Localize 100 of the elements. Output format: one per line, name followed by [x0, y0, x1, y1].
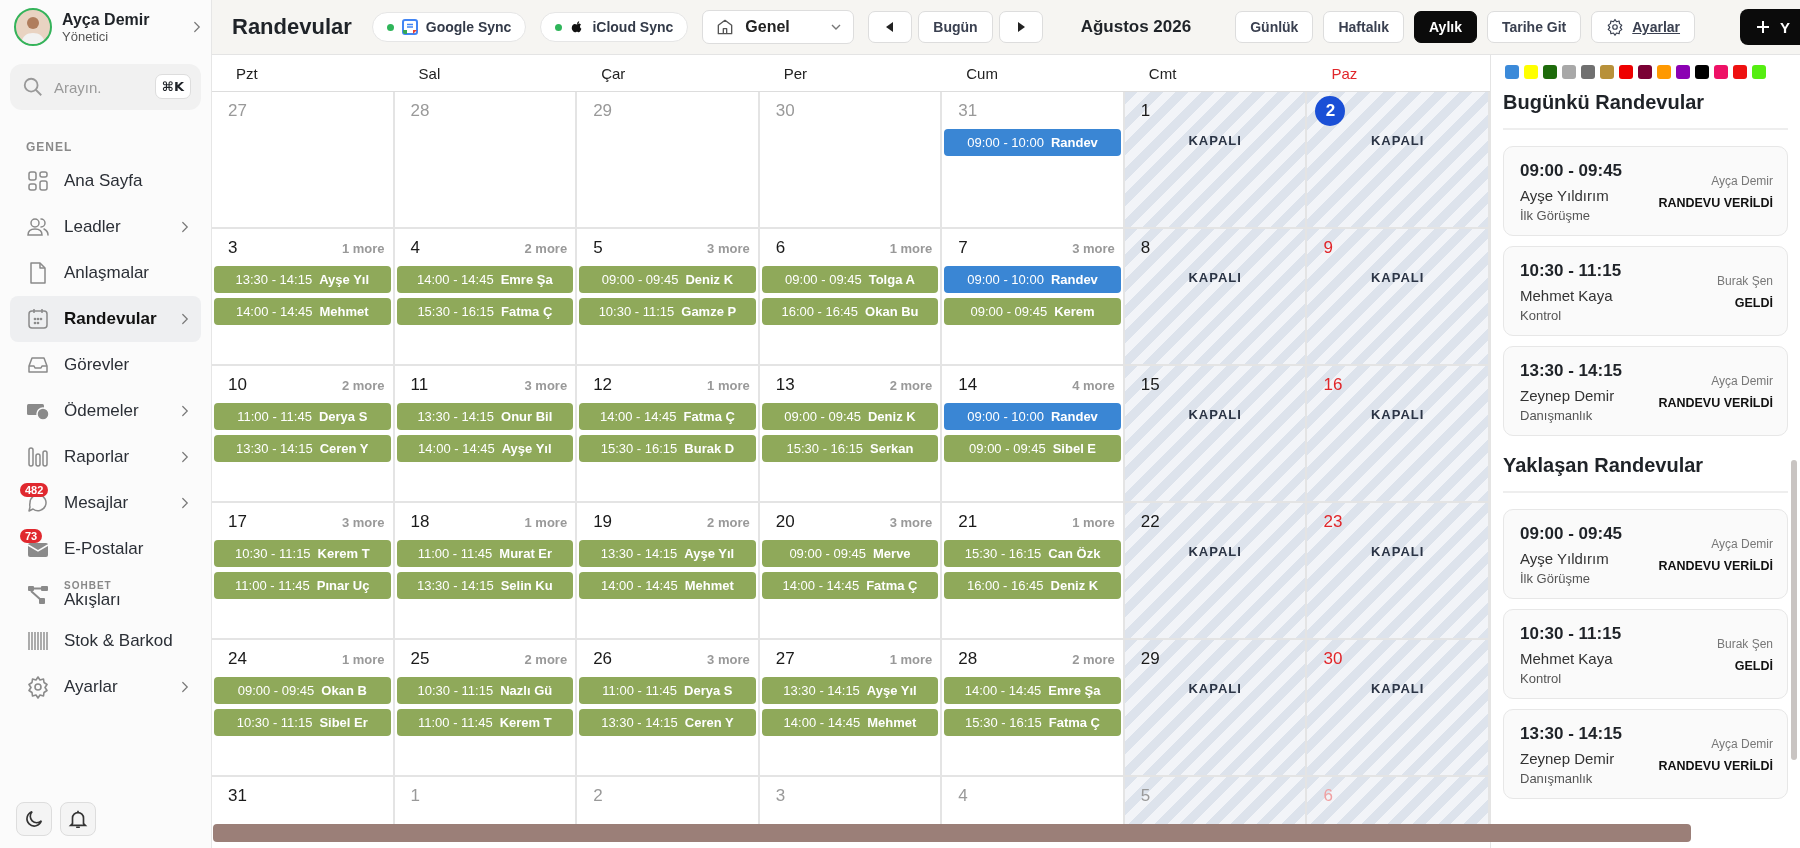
more-link[interactable]: 3 more — [889, 514, 933, 530]
day-cell[interactable]: 2 KAPALI — [1307, 92, 1490, 227]
view-tab[interactable]: Günlük — [1235, 11, 1314, 43]
day-cell[interactable]: 23 KAPALI — [1307, 503, 1490, 638]
nav-item[interactable]: Ödemeler — [10, 388, 201, 434]
nav-item[interactable]: Anlaşmalar — [10, 250, 201, 296]
nav-item[interactable]: SOHBET Akışları — [10, 572, 201, 618]
day-cell[interactable]: 9 KAPALI — [1307, 229, 1490, 364]
more-link[interactable]: 3 more — [707, 651, 750, 667]
more-link[interactable]: 1 more — [889, 240, 933, 256]
more-link[interactable]: 3 more — [1072, 240, 1115, 256]
nav-item[interactable]: Görevler — [10, 342, 201, 388]
more-link[interactable]: 2 more — [524, 651, 568, 667]
event-chip[interactable]: 15:30 - 16:15 Serkan — [761, 435, 939, 462]
nav-item[interactable]: Ayarlar — [10, 664, 201, 710]
today-button[interactable]: Bugün — [918, 11, 993, 43]
settings-button[interactable]: Ayarlar — [1591, 11, 1695, 43]
day-cell[interactable]: 16 KAPALI — [1307, 366, 1490, 501]
appointment-card[interactable]: 10:30 - 11:15 Mehmet Kaya Kontrol Burak Şen GELDİ — [1503, 246, 1788, 336]
event-chip[interactable]: 13:30 - 14:15 Selin Ku — [396, 572, 574, 599]
event-chip[interactable]: 14:00 - 14:45 Emre Şa — [396, 266, 574, 293]
event-chip[interactable]: 13:30 - 14:15 Ayşe Yıl — [214, 266, 391, 293]
day-cell[interactable]: 3 1 more 13:30 - 14:15 Ayşe Yıl 14:00 - 14:45 Mehmet — [212, 229, 395, 364]
day-cell[interactable]: 28 2 more 14:00 - 14:45 Emre Şa 15:30 - 16:15 Fatma Ç — [942, 640, 1125, 775]
day-cell[interactable]: 5 — [1124, 777, 1308, 825]
day-cell[interactable]: 6 1 more 09:00 - 09:45 Tolga A 16:00 - 16:45 Okan Bu — [759, 229, 943, 364]
event-chip[interactable]: 15:30 - 16:15 Fatma Ç — [396, 298, 574, 325]
day-cell[interactable]: 21 1 more 15:30 - 16:15 Can Özk 16:00 - 16:45 Deniz K — [942, 503, 1125, 638]
view-tab[interactable]: Haftalık — [1323, 11, 1404, 43]
more-link[interactable]: 1 more — [889, 651, 933, 667]
appointment-card[interactable]: 10:30 - 11:15 Mehmet Kaya Kontrol Burak Şen GELDİ — [1503, 609, 1788, 699]
event-chip[interactable]: 13:30 - 14:15 Ayşe Yıl — [579, 540, 756, 567]
event-chip[interactable]: 09:00 - 09:45 Kerem — [944, 298, 1121, 325]
more-link[interactable]: 3 more — [524, 377, 568, 393]
day-cell[interactable]: 8 KAPALI — [1124, 229, 1308, 364]
day-cell[interactable]: 27 — [212, 92, 395, 227]
day-cell[interactable]: 12 1 more 14:00 - 14:45 Fatma Ç 15:30 - 16:15 Burak D — [577, 366, 760, 501]
more-link[interactable]: 2 more — [341, 377, 385, 393]
event-chip[interactable]: 16:00 - 16:45 Okan Bu — [761, 298, 939, 325]
event-chip[interactable]: 10:30 - 11:15 Kerem T — [214, 540, 391, 567]
day-cell[interactable]: 24 1 more 09:00 - 09:45 Okan B 10:30 - 11:15 Sibel Er — [212, 640, 395, 775]
nav-item[interactable]: Ana Sayfa — [10, 158, 201, 204]
day-cell[interactable]: 10 2 more 11:00 - 11:45 Derya S 13:30 - 14:15 Ceren Y — [212, 366, 395, 501]
day-cell[interactable]: 14 4 more 09:00 - 10:00 Randev 09:00 - 09:45 Sibel E — [942, 366, 1125, 501]
day-cell[interactable]: 19 2 more 13:30 - 14:15 Ayşe Yıl 14:00 - 14:45 Mehmet — [577, 503, 760, 638]
day-cell[interactable]: 13 2 more 09:00 - 09:45 Deniz K 15:30 - 16:15 Serkan — [759, 366, 943, 501]
event-chip[interactable]: 09:00 - 09:45 Okan B — [214, 677, 391, 704]
nav-item[interactable]: 73 E-Postalar — [10, 526, 201, 572]
event-chip[interactable]: 14:00 - 14:45 Emre Şa — [944, 677, 1121, 704]
day-cell[interactable]: 15 KAPALI — [1124, 366, 1308, 501]
event-chip[interactable]: 09:00 - 09:45 Deniz K — [579, 266, 756, 293]
appointment-card[interactable]: 13:30 - 14:15 Zeynep Demir Danışmanlık Ayça Demir RANDEVU VERİLDİ — [1503, 709, 1788, 799]
view-tab[interactable]: Tarihe Git — [1486, 11, 1582, 43]
more-link[interactable]: 2 more — [889, 377, 933, 393]
event-chip[interactable]: 10:30 - 11:15 Sibel Er — [214, 709, 391, 736]
nav-item[interactable]: Stok & Barkod — [10, 618, 201, 664]
event-chip[interactable]: 09:00 - 09:45 Deniz K — [761, 403, 939, 430]
appointment-card[interactable]: 09:00 - 09:45 Ayşe Yıldırım İlk Görüşme Ayça Demir RANDEVU VERİLDİ — [1503, 146, 1788, 236]
event-chip[interactable]: 09:00 - 09:45 Merve — [761, 540, 939, 567]
day-cell[interactable]: 20 3 more 09:00 - 09:45 Merve 14:00 - 14:45 Fatma Ç — [759, 503, 943, 638]
event-chip[interactable]: 16:00 - 16:45 Deniz K — [944, 572, 1121, 599]
event-chip[interactable]: 14:00 - 14:45 Fatma Ç — [761, 572, 939, 599]
event-chip[interactable]: 14:00 - 14:45 Mehmet — [214, 298, 391, 325]
day-cell[interactable]: 1 KAPALI — [1124, 92, 1308, 227]
day-cell[interactable]: 6 — [1307, 777, 1490, 825]
sync-button[interactable]: Google Sync — [371, 12, 527, 42]
day-cell[interactable]: 31 09:00 - 10:00 Randev — [942, 92, 1125, 227]
event-chip[interactable]: 13:30 - 14:15 Ceren Y — [579, 709, 756, 736]
nav-item[interactable]: Raporlar — [10, 434, 201, 480]
sync-button[interactable]: iCloud Sync — [540, 12, 689, 42]
event-chip[interactable]: 10:30 - 11:15 Nazlı Gü — [396, 677, 574, 704]
event-chip[interactable]: 14:00 - 14:45 Mehmet — [579, 572, 756, 599]
event-chip[interactable]: 14:00 - 14:45 Mehmet — [761, 709, 939, 736]
day-cell[interactable]: 4 2 more 14:00 - 14:45 Emre Şa 15:30 - 16:15 Fatma Ç — [394, 229, 578, 364]
event-chip[interactable]: 09:00 - 10:00 Randev — [944, 403, 1121, 430]
event-chip[interactable]: 15:30 - 16:15 Can Özk — [944, 540, 1121, 567]
event-chip[interactable]: 15:30 - 16:15 Burak D — [579, 435, 756, 462]
event-chip[interactable]: 09:00 - 09:45 Tolga A — [761, 266, 939, 293]
more-link[interactable]: 1 more — [707, 377, 750, 393]
event-chip[interactable]: 11:00 - 11:45 Kerem T — [396, 709, 574, 736]
view-tab[interactable]: Aylık — [1414, 11, 1477, 43]
event-chip[interactable]: 11:00 - 11:45 Pınar Uç — [214, 572, 391, 599]
day-cell[interactable]: 25 2 more 10:30 - 11:15 Nazlı Gü 11:00 - 11:45 Kerem T — [394, 640, 578, 775]
event-chip[interactable]: 09:00 - 10:00 Randev — [944, 129, 1121, 156]
event-chip[interactable]: 14:00 - 14:45 Ayşe Yıl — [396, 435, 574, 462]
event-chip[interactable]: 10:30 - 11:15 Gamze P — [579, 298, 756, 325]
more-link[interactable]: 1 more — [341, 240, 385, 256]
day-cell[interactable]: 22 KAPALI — [1124, 503, 1308, 638]
event-chip[interactable]: 11:00 - 11:45 Murat Er — [396, 540, 574, 567]
day-cell[interactable]: 28 — [394, 92, 578, 227]
day-cell[interactable]: 29 — [577, 92, 760, 227]
more-link[interactable]: 3 more — [707, 240, 750, 256]
day-cell[interactable]: 17 3 more 10:30 - 11:15 Kerem T 11:00 - 11:45 Pınar Uç — [212, 503, 395, 638]
event-chip[interactable]: 13:30 - 14:15 Ceren Y — [214, 435, 391, 462]
event-chip[interactable]: 15:30 - 16:15 Fatma Ç — [944, 709, 1121, 736]
more-link[interactable]: 2 more — [524, 240, 568, 256]
more-link[interactable]: 1 more — [341, 651, 385, 667]
event-chip[interactable]: 09:00 - 10:00 Randev — [944, 266, 1121, 293]
day-cell[interactable]: 7 3 more 09:00 - 10:00 Randev 09:00 - 09:45 Kerem — [942, 229, 1125, 364]
more-link[interactable]: 3 more — [341, 514, 385, 530]
